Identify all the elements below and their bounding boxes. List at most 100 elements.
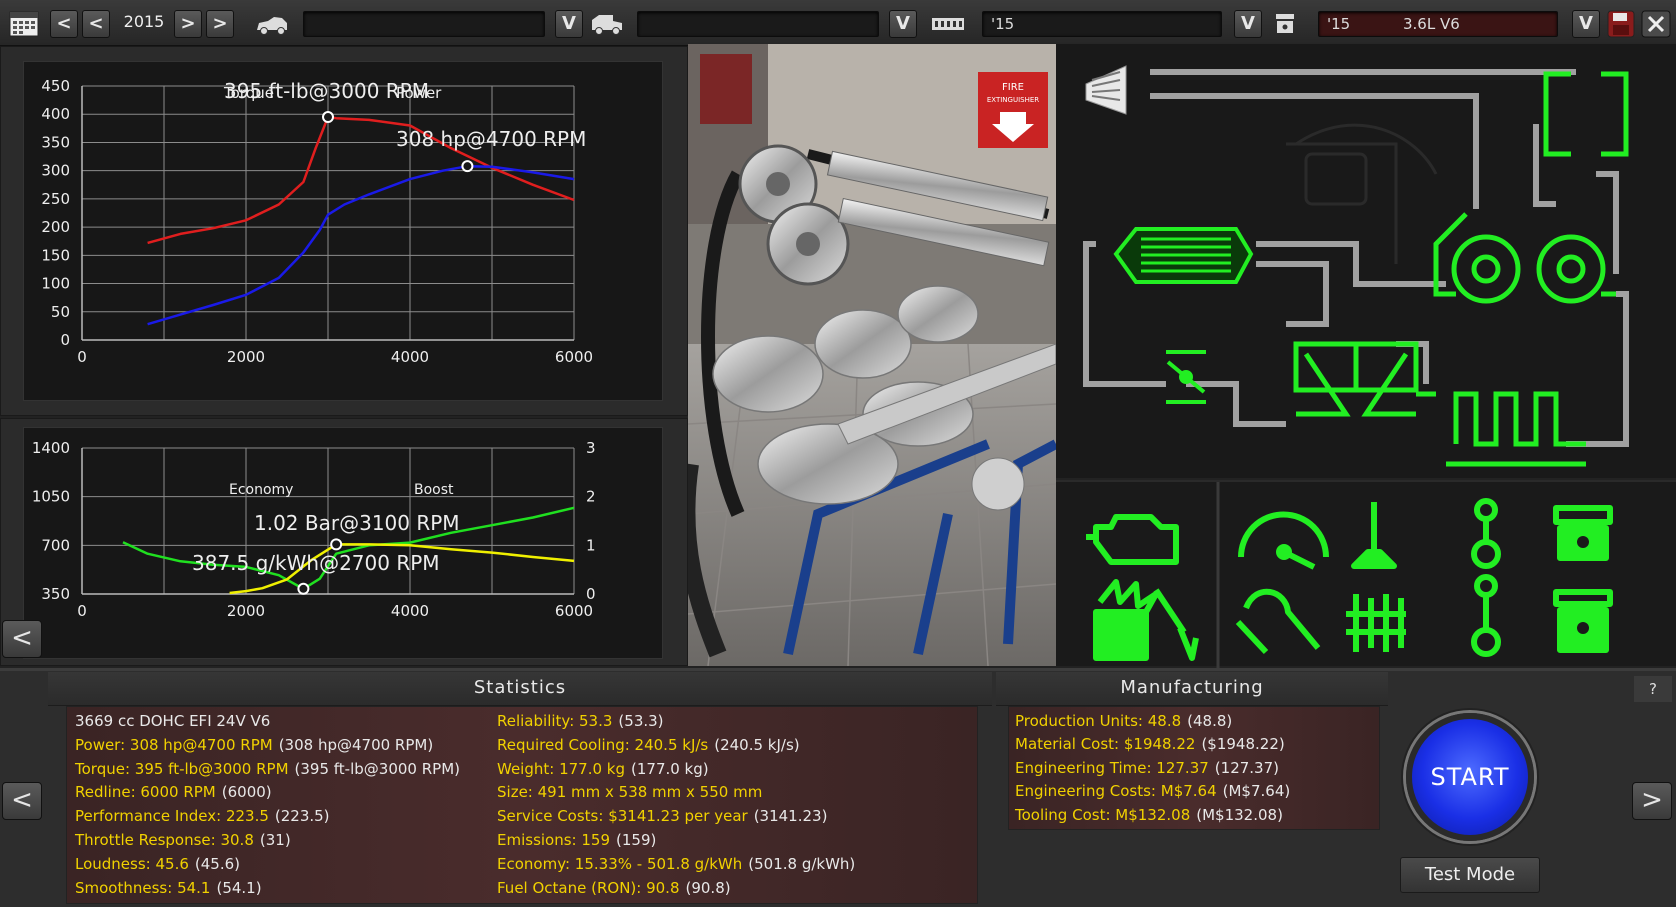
- variant-dropdown-button[interactable]: V: [1572, 10, 1600, 38]
- stat-target: (31): [259, 831, 291, 849]
- y-tick-label: 200: [41, 218, 70, 236]
- intake-manifold-icon[interactable]: [1293, 341, 1436, 417]
- stat-row: Power: 308 hp@4700 RPM (308 hp@4700 RPM): [75, 735, 433, 755]
- engine-variant-field[interactable]: '15 3.6L V6: [1318, 11, 1558, 37]
- legend-economy: Economy: [229, 482, 293, 498]
- exhaust-header-icon[interactable]: [1543, 71, 1629, 157]
- stat-target: (6000): [221, 783, 272, 802]
- stat-value: Economy: 15.33% - 501.8 g/kWh: [497, 854, 743, 873]
- stat-target: (M$7.64): [1222, 782, 1291, 801]
- stat-value: Performance Index: 223.5: [75, 807, 269, 826]
- stat-target: (M$132.08): [1196, 805, 1283, 824]
- intercooler-icon[interactable]: [1113, 227, 1254, 284]
- conrod-icon-1[interactable]: [1471, 498, 1501, 569]
- year-next-button[interactable]: >: [174, 10, 202, 38]
- fuel-icon[interactable]: [1093, 579, 1159, 661]
- year-prev-fast-button[interactable]: <: [50, 10, 78, 38]
- next-page-button[interactable]: >: [1632, 782, 1672, 820]
- gauge-icon[interactable]: [1238, 511, 1329, 570]
- trim-dropdown-button[interactable]: V: [889, 10, 917, 38]
- stat-row: Required Cooling: 240.5 kJ/s (240.5 kJ/s): [497, 735, 800, 755]
- statistics-panel: 3669 cc DOHC EFI 24V V6 Power: 308 hp@470…: [66, 706, 978, 904]
- stat-target: (90.8): [685, 878, 731, 897]
- economy-boost-chart: 0 2000 4000 6000 350 700 1050 1400 0 1 2 3 Economy Bo…: [23, 427, 663, 659]
- stat-value: Engineering Costs: M$7.64: [1015, 782, 1217, 801]
- y-tick-label: 1400: [32, 439, 70, 457]
- stat-value: Emissions: 159: [497, 831, 611, 849]
- conrod-icon-2[interactable]: [1471, 574, 1501, 657]
- engine-family-field[interactable]: '15: [982, 11, 1222, 37]
- engine-family-dropdown-button[interactable]: V: [1234, 10, 1262, 38]
- x-tick-label: 4000: [391, 602, 429, 620]
- svg-text:FIRE: FIRE: [1002, 82, 1024, 93]
- year-next-fast-button[interactable]: >: [206, 10, 234, 38]
- boost-peak-label: 1.02 Bar@3100 RPM: [254, 511, 460, 535]
- save-icon[interactable]: [1606, 10, 1636, 38]
- stat-target: (223.5): [274, 807, 330, 826]
- x-tick-label: 2000: [227, 348, 265, 366]
- series-line-power: [147, 164, 575, 326]
- y-tick-label: 1050: [32, 488, 70, 506]
- air-filter-icon[interactable]: [1085, 65, 1127, 115]
- stat-target: (395 ft-lb@3000 RPM): [294, 759, 460, 778]
- calendar-icon[interactable]: [8, 10, 40, 38]
- stat-row: Performance Index: 223.5 (223.5): [75, 806, 330, 826]
- piston-part-icon-2[interactable]: [1553, 589, 1613, 653]
- peak-marker: [297, 582, 310, 595]
- peak-marker: [330, 538, 343, 551]
- prev-page-button[interactable]: <: [2, 782, 42, 820]
- car-select-field[interactable]: [303, 11, 545, 37]
- stat-target: ($1948.22): [1201, 735, 1285, 754]
- statistics-header: Statistics: [48, 672, 992, 706]
- y-tick-label: 350: [41, 585, 70, 603]
- trim-select-field[interactable]: [637, 11, 879, 37]
- stat-value: Size: 491 mm x 538 mm x 550 mm: [497, 783, 763, 802]
- stat-row: Torque: 395 ft-lb@3000 RPM (395 ft-lb@300…: [75, 759, 460, 779]
- stat-row: Reliability: 53.3 (53.3): [497, 711, 664, 731]
- valve-icon[interactable]: [1351, 502, 1397, 569]
- economy-peak-label: 387.5 g/kWh@2700 RPM: [192, 551, 440, 575]
- test-mode-button[interactable]: Test Mode: [1400, 857, 1540, 893]
- stat-value: Weight: 177.0 kg: [497, 759, 625, 778]
- stat-value: Service Costs: $3141.23 per year: [497, 807, 748, 826]
- stat-value: Required Cooling: 240.5 kJ/s: [497, 735, 709, 754]
- y2-tick-label: 2: [586, 488, 596, 506]
- car-icon: [254, 10, 290, 38]
- year-prev-button[interactable]: <: [82, 10, 110, 38]
- close-icon[interactable]: [1640, 10, 1672, 38]
- throttle-icon[interactable]: [1166, 350, 1206, 404]
- y-tick-label: 50: [51, 303, 70, 321]
- stat-target: (53.3): [618, 712, 664, 730]
- variant-year: '15: [1327, 15, 1351, 33]
- engine-3d-view[interactable]: FIRE EXTINGUISHER: [677, 44, 1059, 667]
- x-tick-label: 0: [77, 348, 87, 366]
- wrench-icon[interactable]: [1235, 588, 1321, 655]
- camshaft-icon[interactable]: [1346, 594, 1406, 652]
- stat-target: (308 hp@4700 RPM): [278, 735, 434, 754]
- stat-value: Torque: 395 ft-lb@3000 RPM: [75, 759, 289, 778]
- stat-row: Weight: 177.0 kg (177.0 kg): [497, 759, 709, 779]
- piston-part-icon-1[interactable]: [1553, 505, 1613, 561]
- x-tick-label: 2000: [227, 602, 265, 620]
- power-torque-chart: 0 2000 4000 6000 0 50 100 150 200 250 300 350 400 450…: [23, 61, 663, 401]
- graph-back-button[interactable]: <: [2, 620, 42, 658]
- turbo-icon[interactable]: [1433, 212, 1616, 304]
- x-tick-label: 0: [77, 602, 87, 620]
- check-engine-icon[interactable]: [1086, 514, 1179, 565]
- engine-parts-grid: [1056, 480, 1676, 668]
- stat-row: Loudness: 45.6 (45.6): [75, 854, 240, 874]
- x-tick-label: 6000: [555, 602, 593, 620]
- car-dropdown-button[interactable]: V: [555, 10, 583, 38]
- stat-value: Tooling Cost: M$132.08: [1015, 805, 1191, 824]
- y-tick-label: 300: [41, 162, 70, 180]
- year-display: 2015: [123, 12, 165, 31]
- stat-value: Power: 308 hp@4700 RPM: [75, 735, 273, 754]
- engine-designer-app: < < 2015 > > V V '15 V '15 3.6L V6 V 0 2…: [0, 0, 1676, 907]
- exhaust-icon[interactable]: [1446, 391, 1586, 467]
- svg-text:EXTINGUISHER: EXTINGUISHER: [987, 96, 1039, 104]
- spark-plug-icon[interactable]: [1153, 588, 1199, 661]
- start-button[interactable]: START: [1406, 713, 1534, 841]
- y-tick-label: 100: [41, 275, 70, 293]
- help-button[interactable]: ?: [1634, 676, 1672, 702]
- stat-row: Smoothness: 54.1 (54.1): [75, 878, 262, 898]
